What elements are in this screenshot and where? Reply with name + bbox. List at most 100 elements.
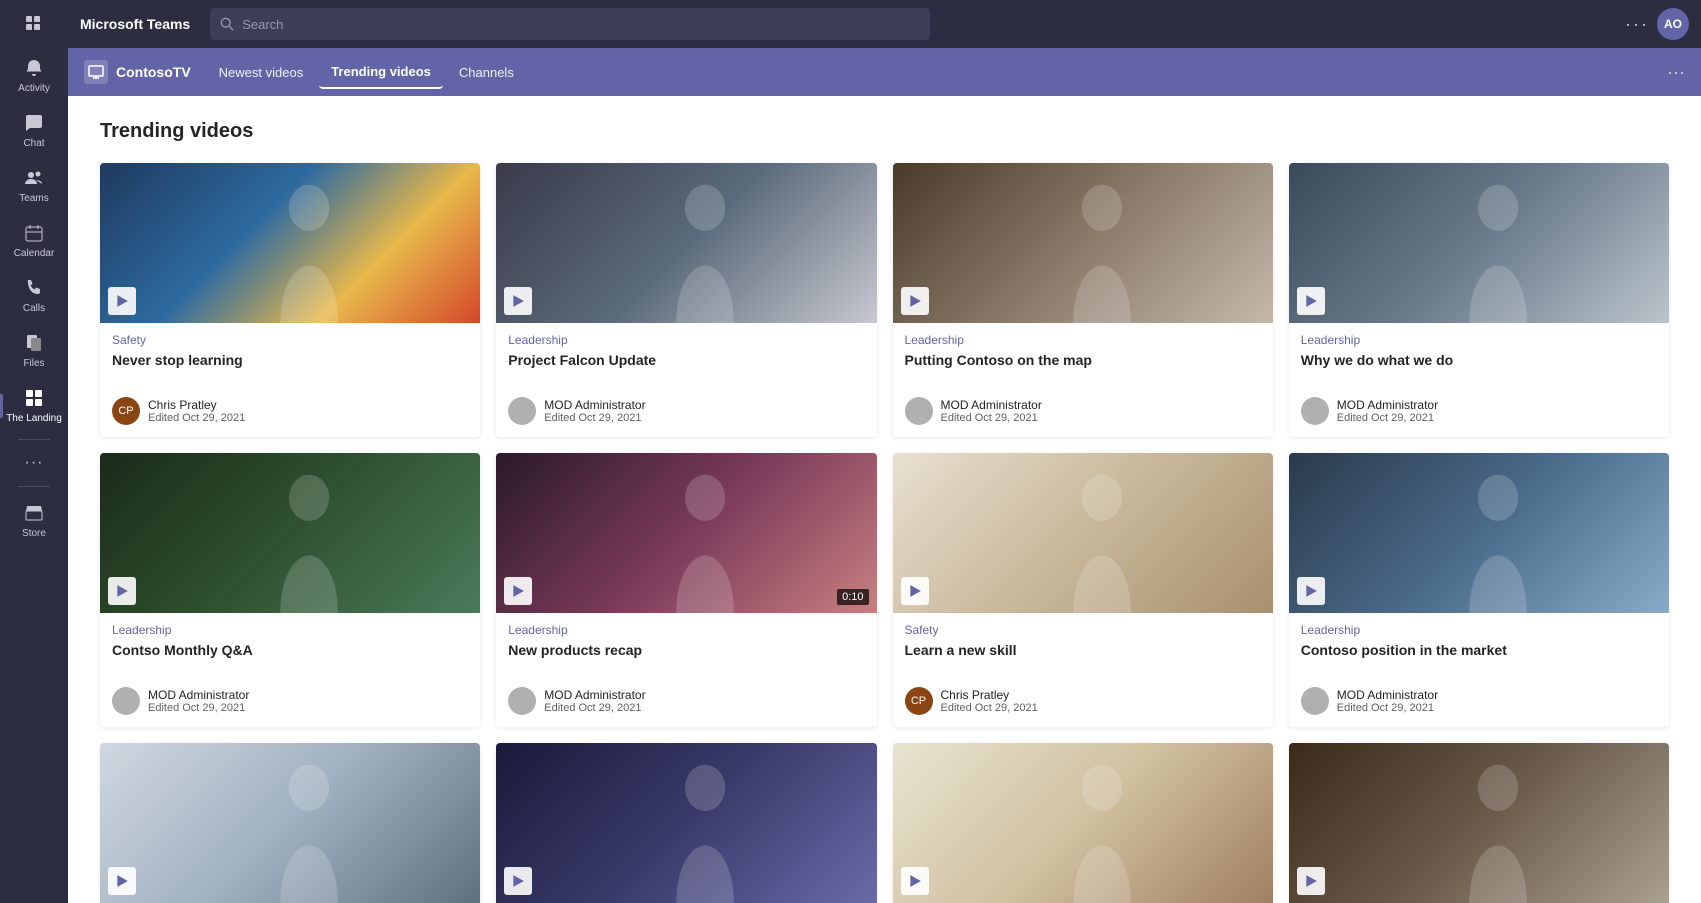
video-card[interactable]: Safety Never stop learning CP Chris Prat… [100,163,480,437]
play-button[interactable] [901,577,929,605]
sidebar-item-teams[interactable]: Teams [0,158,68,213]
author-avatar [508,687,536,715]
tv-icon [88,64,104,80]
video-thumbnail [1289,163,1669,323]
play-button[interactable] [1297,577,1325,605]
author-name: Chris Pratley [148,398,245,412]
app-launcher-button[interactable] [0,0,68,48]
bell-icon [22,56,46,80]
author-name: MOD Administrator [1337,688,1438,702]
sidebar-more-button[interactable]: ··· [0,446,68,480]
sidebar-item-chat[interactable]: Chat [0,103,68,158]
author-date: Edited Oct 29, 2021 [1337,412,1438,424]
video-author: MOD Administrator Edited Oct 29, 2021 [1301,397,1657,425]
sidebar-item-store[interactable]: Store [0,493,68,548]
video-thumbnail [893,743,1273,903]
main-content: Microsoft Teams ··· AO ContosoTV N [68,0,1701,903]
video-thumbnail [893,163,1273,323]
play-button[interactable] [504,577,532,605]
person-silhouette [214,179,404,323]
video-title: New products recap [508,641,864,677]
author-name: MOD Administrator [544,688,645,702]
user-avatar[interactable]: AO [1657,8,1689,40]
play-button[interactable] [504,287,532,315]
sidebar-item-calls[interactable]: Calls [0,268,68,323]
video-card[interactable]: Leadership Putting Contoso on the map MO… [893,163,1273,437]
search-icon [220,17,234,31]
sidebar-item-files[interactable]: Files [0,323,68,378]
play-button[interactable] [1297,867,1325,895]
video-card[interactable]: Leadership Monthly Q&A MOD Administrator… [496,743,876,903]
author-avatar [112,687,140,715]
play-button[interactable] [108,867,136,895]
calls-label: Calls [23,303,45,315]
video-info: Leadership Contso Monthly Q&A MOD Admini… [100,613,480,727]
more-dots: ··· [25,454,44,472]
video-author: MOD Administrator Edited Oct 29, 2021 [905,397,1261,425]
sidebar-item-activity[interactable]: Activity [0,48,68,103]
video-card[interactable]: Leadership Project Falcon Update MOD Adm… [496,163,876,437]
calendar-icon [22,221,46,245]
play-button[interactable] [504,867,532,895]
play-button[interactable] [108,577,136,605]
video-title: Never stop learning [112,351,468,387]
play-button[interactable] [901,867,929,895]
video-thumbnail [100,163,480,323]
video-card[interactable]: Leadership Telemetry best practices MOD … [893,743,1273,903]
topbar-more-button[interactable]: ··· [1625,14,1649,35]
video-category: Leadership [112,623,468,637]
video-info: Safety Never stop learning CP Chris Prat… [100,323,480,437]
content-area: Trending videos Safety Never stop learni… [68,96,1701,903]
author-info: MOD Administrator Edited Oct 29, 2021 [941,398,1042,424]
author-avatar [508,397,536,425]
video-info: Leadership Putting Contoso on the map MO… [893,323,1273,437]
author-avatar [1301,397,1329,425]
video-author: CP Chris Pratley Edited Oct 29, 2021 [112,397,468,425]
person-silhouette [1007,469,1197,613]
video-author: MOD Administrator Edited Oct 29, 2021 [1301,687,1657,715]
video-thumbnail [496,743,876,903]
navbar-more[interactable]: ··· [1667,62,1685,83]
video-category: Leadership [508,333,864,347]
files-label: Files [23,358,44,370]
calendar-label: Calendar [14,248,55,260]
nav-newest[interactable]: Newest videos [207,57,316,88]
section-title: Trending videos [100,120,1669,143]
search-input[interactable] [242,17,920,32]
video-card[interactable]: Leadership Global expansion update MOD A… [1289,743,1669,903]
video-card[interactable]: Leadership Contoso position in the marke… [1289,453,1669,727]
author-name: Chris Pratley [941,688,1038,702]
video-card[interactable]: 0:10 Leadership New products recap MOD A… [496,453,876,727]
video-card[interactable]: Leadership Contso Monthly Q&A MOD Admini… [100,453,480,727]
brand-icon [84,60,108,84]
store-icon [22,501,46,525]
nav-channels[interactable]: Channels [447,57,526,88]
nav-trending[interactable]: Trending videos [319,56,443,89]
sidebar-item-landing[interactable]: The Landing [0,378,68,433]
play-button[interactable] [108,287,136,315]
video-category: Leadership [1301,333,1657,347]
search-bar[interactable] [210,8,930,40]
sidebar-item-calendar[interactable]: Calendar [0,213,68,268]
video-thumbnail [100,453,480,613]
author-info: MOD Administrator Edited Oct 29, 2021 [544,688,645,714]
phone-icon [22,276,46,300]
video-title: Why we do what we do [1301,351,1657,387]
author-avatar [1301,687,1329,715]
video-card[interactable]: Safety Learn a new skill CP Chris Pratle… [893,453,1273,727]
person-silhouette [1403,179,1593,323]
play-button[interactable] [901,287,929,315]
chat-icon [22,111,46,135]
author-name: MOD Administrator [148,688,249,702]
video-info: Leadership Project Falcon Update MOD Adm… [496,323,876,437]
author-date: Edited Oct 29, 2021 [544,412,645,424]
author-date: Edited Oct 29, 2021 [148,412,245,424]
video-thumbnail [100,743,480,903]
video-author: MOD Administrator Edited Oct 29, 2021 [112,687,468,715]
nav-brand[interactable]: ContosoTV [84,60,191,84]
video-card[interactable]: Leadership Drone delivery MOD Administra… [100,743,480,903]
topbar: Microsoft Teams ··· AO [68,0,1701,48]
navbar: ContosoTV Newest videos Trending videos … [68,48,1701,96]
play-button[interactable] [1297,287,1325,315]
video-card[interactable]: Leadership Why we do what we do MOD Admi… [1289,163,1669,437]
